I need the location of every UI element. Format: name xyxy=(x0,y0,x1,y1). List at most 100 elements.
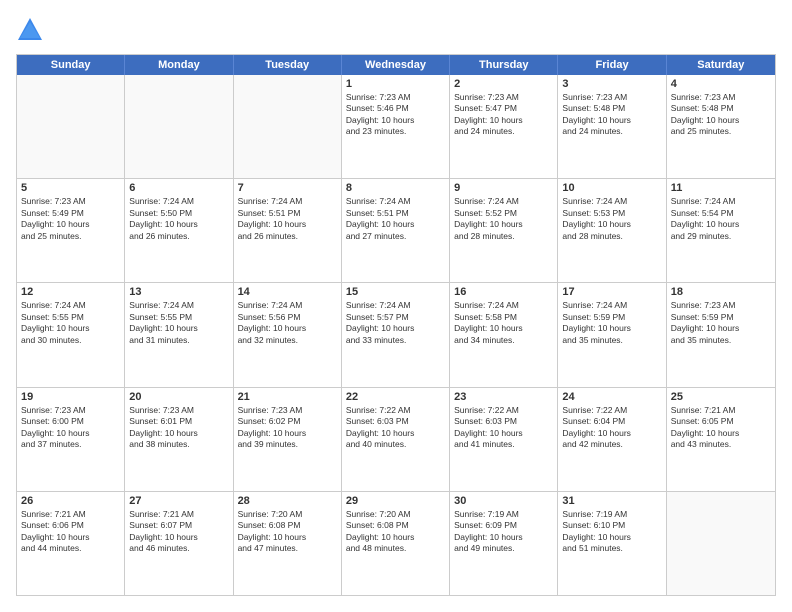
empty-cell-r4c6 xyxy=(667,492,775,595)
day-number-27: 27 xyxy=(129,495,228,507)
day-cell-14: 14Sunrise: 7:24 AM Sunset: 5:56 PM Dayli… xyxy=(234,283,342,386)
calendar-row-1: 1 Sunrise: 7:23 AM Sunset: 5:46 PM Daylig… xyxy=(17,75,775,178)
day-number-23: 23 xyxy=(454,391,553,403)
day-number-6: 6 xyxy=(129,182,228,194)
day-number-7: 7 xyxy=(238,182,337,194)
day-cell-10: 10 Sunrise: 7:24 AM Sunset: 5:53 PM Dayli… xyxy=(558,179,666,282)
day-number-13: 13 xyxy=(129,286,228,298)
day-number-14: 14 xyxy=(238,286,337,298)
day-info-31: Sunrise: 7:19 AM Sunset: 6:10 PM Dayligh… xyxy=(562,509,661,555)
day-info-25: Sunrise: 7:21 AM Sunset: 6:05 PM Dayligh… xyxy=(671,405,771,451)
day-info-6: Sunrise: 7:24 AM Sunset: 5:50 PM Dayligh… xyxy=(129,196,228,242)
day-info-17: Sunrise: 7:24 AM Sunset: 5:59 PM Dayligh… xyxy=(562,300,661,346)
day-cell-12: 12 Sunrise: 7:24 AM Sunset: 5:55 PM Dayli… xyxy=(17,283,125,386)
day-cell-25: 25 Sunrise: 7:21 AM Sunset: 6:05 PM Dayli… xyxy=(667,388,775,491)
day-cell-16: 16Sunrise: 7:24 AM Sunset: 5:58 PM Dayli… xyxy=(450,283,558,386)
calendar-header: SundayMondayTuesdayWednesdayThursdayFrid… xyxy=(17,55,775,75)
empty-cell-r0c1 xyxy=(125,75,233,178)
day-cell-26: 26 Sunrise: 7:21 AM Sunset: 6:06 PM Dayli… xyxy=(17,492,125,595)
day-info-7: Sunrise: 7:24 AM Sunset: 5:51 PM Dayligh… xyxy=(238,196,337,242)
day-info-4: Sunrise: 7:23 AM Sunset: 5:48 PM Dayligh… xyxy=(671,92,771,138)
day-number-20: 20 xyxy=(129,391,228,403)
day-cell-24: 24Sunrise: 7:22 AM Sunset: 6:04 PM Dayli… xyxy=(558,388,666,491)
day-number-19: 19 xyxy=(21,391,120,403)
day-cell-8: 8 Sunrise: 7:24 AM Sunset: 5:51 PM Daylig… xyxy=(342,179,450,282)
calendar-row-2: 5 Sunrise: 7:23 AM Sunset: 5:49 PM Daylig… xyxy=(17,178,775,282)
day-info-21: Sunrise: 7:23 AM Sunset: 6:02 PM Dayligh… xyxy=(238,405,337,451)
day-number-11: 11 xyxy=(671,182,771,194)
day-info-1: Sunrise: 7:23 AM Sunset: 5:46 PM Dayligh… xyxy=(346,92,445,138)
day-info-8: Sunrise: 7:24 AM Sunset: 5:51 PM Dayligh… xyxy=(346,196,445,242)
day-cell-17: 17 Sunrise: 7:24 AM Sunset: 5:59 PM Dayli… xyxy=(558,283,666,386)
day-number-10: 10 xyxy=(562,182,661,194)
day-number-4: 4 xyxy=(671,78,771,90)
calendar-row-4: 19Sunrise: 7:23 AM Sunset: 6:00 PM Dayli… xyxy=(17,387,775,491)
day-number-3: 3 xyxy=(562,78,661,90)
day-info-26: Sunrise: 7:21 AM Sunset: 6:06 PM Dayligh… xyxy=(21,509,120,555)
day-info-18: Sunrise: 7:23 AM Sunset: 5:59 PM Dayligh… xyxy=(671,300,771,346)
header-cell-monday: Monday xyxy=(125,55,233,75)
day-number-15: 15 xyxy=(346,286,445,298)
day-number-22: 22 xyxy=(346,391,445,403)
day-number-17: 17 xyxy=(562,286,661,298)
day-cell-1: 1 Sunrise: 7:23 AM Sunset: 5:46 PM Daylig… xyxy=(342,75,450,178)
day-cell-21: 21 Sunrise: 7:23 AM Sunset: 6:02 PM Dayli… xyxy=(234,388,342,491)
empty-cell-r0c0 xyxy=(17,75,125,178)
day-info-2: Sunrise: 7:23 AM Sunset: 5:47 PM Dayligh… xyxy=(454,92,553,138)
day-info-10: Sunrise: 7:24 AM Sunset: 5:53 PM Dayligh… xyxy=(562,196,661,242)
day-cell-19: 19Sunrise: 7:23 AM Sunset: 6:00 PM Dayli… xyxy=(17,388,125,491)
header-cell-tuesday: Tuesday xyxy=(234,55,342,75)
header-cell-saturday: Saturday xyxy=(667,55,775,75)
day-info-3: Sunrise: 7:23 AM Sunset: 5:48 PM Dayligh… xyxy=(562,92,661,138)
day-cell-23: 23Sunrise: 7:22 AM Sunset: 6:03 PM Dayli… xyxy=(450,388,558,491)
day-cell-29: 29 Sunrise: 7:20 AM Sunset: 6:08 PM Dayli… xyxy=(342,492,450,595)
day-number-5: 5 xyxy=(21,182,120,194)
day-cell-4: 4 Sunrise: 7:23 AM Sunset: 5:48 PM Daylig… xyxy=(667,75,775,178)
day-cell-18: 18 Sunrise: 7:23 AM Sunset: 5:59 PM Dayli… xyxy=(667,283,775,386)
day-info-27: Sunrise: 7:21 AM Sunset: 6:07 PM Dayligh… xyxy=(129,509,228,555)
day-info-28: Sunrise: 7:20 AM Sunset: 6:08 PM Dayligh… xyxy=(238,509,337,555)
day-cell-11: 11 Sunrise: 7:24 AM Sunset: 5:54 PM Dayli… xyxy=(667,179,775,282)
page: SundayMondayTuesdayWednesdayThursdayFrid… xyxy=(0,0,792,612)
day-number-25: 25 xyxy=(671,391,771,403)
day-number-1: 1 xyxy=(346,78,445,90)
day-number-31: 31 xyxy=(562,495,661,507)
day-info-24: Sunrise: 7:22 AM Sunset: 6:04 PM Dayligh… xyxy=(562,405,661,451)
day-info-30: Sunrise: 7:19 AM Sunset: 6:09 PM Dayligh… xyxy=(454,509,553,555)
header xyxy=(16,16,776,44)
day-cell-30: 30Sunrise: 7:19 AM Sunset: 6:09 PM Dayli… xyxy=(450,492,558,595)
day-number-29: 29 xyxy=(346,495,445,507)
logo-icon xyxy=(16,16,44,44)
day-cell-22: 22 Sunrise: 7:22 AM Sunset: 6:03 PM Dayli… xyxy=(342,388,450,491)
day-number-18: 18 xyxy=(671,286,771,298)
day-number-2: 2 xyxy=(454,78,553,90)
header-cell-thursday: Thursday xyxy=(450,55,558,75)
header-cell-friday: Friday xyxy=(558,55,666,75)
day-cell-28: 28 Sunrise: 7:20 AM Sunset: 6:08 PM Dayli… xyxy=(234,492,342,595)
day-cell-15: 15 Sunrise: 7:24 AM Sunset: 5:57 PM Dayli… xyxy=(342,283,450,386)
day-number-8: 8 xyxy=(346,182,445,194)
day-cell-7: 7 Sunrise: 7:24 AM Sunset: 5:51 PM Daylig… xyxy=(234,179,342,282)
day-info-11: Sunrise: 7:24 AM Sunset: 5:54 PM Dayligh… xyxy=(671,196,771,242)
day-info-29: Sunrise: 7:20 AM Sunset: 6:08 PM Dayligh… xyxy=(346,509,445,555)
day-info-15: Sunrise: 7:24 AM Sunset: 5:57 PM Dayligh… xyxy=(346,300,445,346)
day-cell-3: 3 Sunrise: 7:23 AM Sunset: 5:48 PM Daylig… xyxy=(558,75,666,178)
day-info-16: Sunrise: 7:24 AM Sunset: 5:58 PM Dayligh… xyxy=(454,300,553,346)
day-cell-27: 27 Sunrise: 7:21 AM Sunset: 6:07 PM Dayli… xyxy=(125,492,233,595)
logo xyxy=(16,16,48,44)
day-info-13: Sunrise: 7:24 AM Sunset: 5:55 PM Dayligh… xyxy=(129,300,228,346)
day-info-5: Sunrise: 7:23 AM Sunset: 5:49 PM Dayligh… xyxy=(21,196,120,242)
day-number-12: 12 xyxy=(21,286,120,298)
day-info-9: Sunrise: 7:24 AM Sunset: 5:52 PM Dayligh… xyxy=(454,196,553,242)
day-number-28: 28 xyxy=(238,495,337,507)
empty-cell-r0c2 xyxy=(234,75,342,178)
header-cell-wednesday: Wednesday xyxy=(342,55,450,75)
day-number-26: 26 xyxy=(21,495,120,507)
day-info-12: Sunrise: 7:24 AM Sunset: 5:55 PM Dayligh… xyxy=(21,300,120,346)
day-info-22: Sunrise: 7:22 AM Sunset: 6:03 PM Dayligh… xyxy=(346,405,445,451)
calendar-row-5: 26 Sunrise: 7:21 AM Sunset: 6:06 PM Dayli… xyxy=(17,491,775,595)
day-cell-6: 6 Sunrise: 7:24 AM Sunset: 5:50 PM Daylig… xyxy=(125,179,233,282)
day-cell-20: 20 Sunrise: 7:23 AM Sunset: 6:01 PM Dayli… xyxy=(125,388,233,491)
day-info-20: Sunrise: 7:23 AM Sunset: 6:01 PM Dayligh… xyxy=(129,405,228,451)
day-number-21: 21 xyxy=(238,391,337,403)
